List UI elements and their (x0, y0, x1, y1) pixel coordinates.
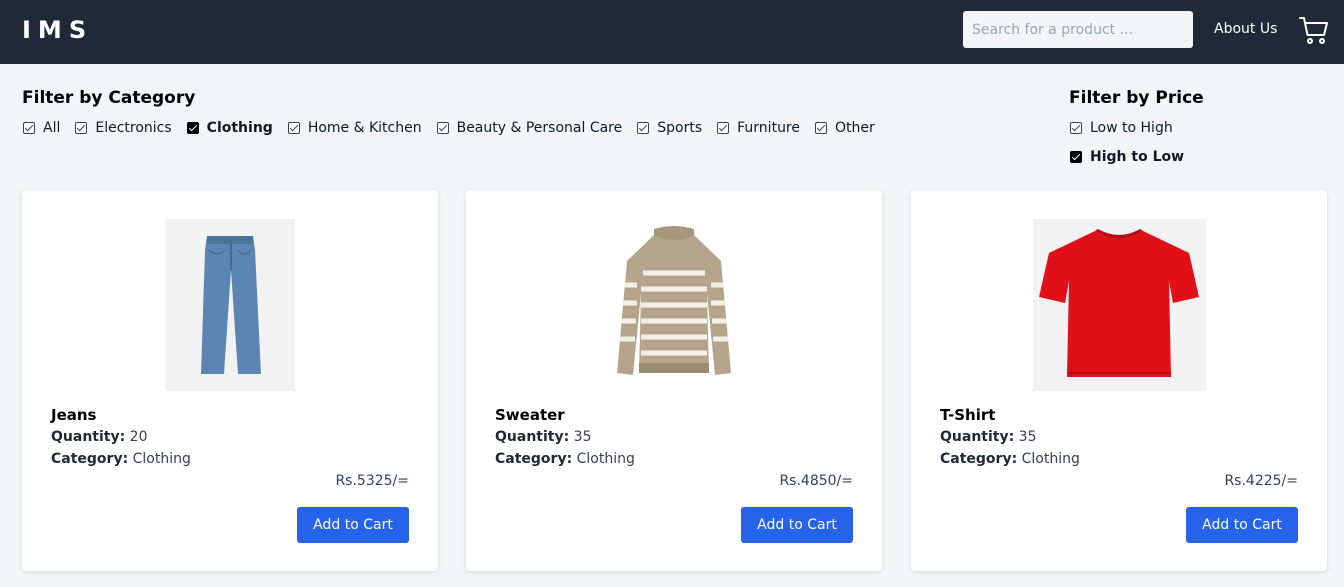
category-other[interactable]: Other (815, 120, 875, 136)
checkbox[interactable] (75, 122, 88, 134)
product-image-jeans (165, 219, 295, 391)
category-value: Clothing (1021, 451, 1080, 467)
product-image-sweater (609, 219, 739, 391)
category-beauty[interactable]: Beauty & Personal Care (436, 120, 623, 136)
product-quantity: Quantity: 35 (940, 429, 1036, 445)
price-high-to-low[interactable]: High to Low (1070, 149, 1184, 165)
add-to-cart-button[interactable]: Add to Cart (1186, 507, 1298, 543)
checkbox[interactable] (287, 122, 300, 134)
product-category: Category: Clothing (51, 451, 191, 467)
product-name: T-Shirt (940, 406, 996, 424)
product-quantity: Quantity: 35 (495, 429, 591, 445)
price-filter-title: Filter by Price (1069, 88, 1204, 108)
product-category: Category: Clothing (940, 451, 1080, 467)
category-value: Clothing (132, 451, 191, 467)
checkbox-label: Low to High (1090, 120, 1173, 136)
price-filter: Low to High High to Low (1070, 120, 1199, 178)
checkbox-label: High to Low (1090, 149, 1185, 165)
about-us-link[interactable]: About Us (1214, 21, 1277, 37)
category-label: Category: (940, 451, 1018, 467)
category-filter-title: Filter by Category (22, 88, 196, 108)
price-low-to-high[interactable]: Low to High (1070, 120, 1184, 136)
product-card: T-Shirt Quantity: 35 Category: Clothing … (911, 190, 1327, 571)
product-price: Rs.4225/= (1224, 473, 1298, 489)
checkbox[interactable] (1070, 122, 1082, 134)
checkbox-label: Furniture (737, 120, 800, 136)
product-name: Jeans (51, 406, 97, 424)
checkbox-label: Sports (657, 120, 703, 136)
product-price: Rs.5325/= (335, 473, 409, 489)
quantity-value: 35 (573, 429, 592, 445)
category-label: Category: (51, 451, 129, 467)
checkbox[interactable] (637, 122, 650, 134)
checkbox[interactable] (23, 122, 35, 134)
add-to-cart-button[interactable]: Add to Cart (297, 507, 409, 543)
checkbox-checked[interactable] (186, 122, 199, 134)
category-clothing[interactable]: Clothing (186, 120, 273, 136)
quantity-value: 35 (1018, 429, 1037, 445)
checkbox[interactable] (717, 122, 730, 134)
quantity-label: Quantity: (940, 429, 1015, 445)
checkbox-label: Beauty & Personal Care (456, 120, 623, 136)
category-electronics[interactable]: Electronics (75, 120, 172, 136)
product-image-tshirt (1033, 219, 1206, 391)
category-value: Clothing (576, 451, 635, 467)
category-label: Category: (495, 451, 573, 467)
add-to-cart-button[interactable]: Add to Cart (741, 507, 853, 543)
checkbox[interactable] (815, 122, 827, 134)
checkbox-label: Other (835, 120, 875, 136)
product-price: Rs.4850/= (779, 473, 853, 489)
checkbox-label: Clothing (206, 120, 273, 136)
product-category: Category: Clothing (495, 451, 635, 467)
product-card: Sweater Quantity: 35 Category: Clothing … (466, 190, 882, 571)
product-quantity: Quantity: 20 (51, 429, 147, 445)
category-all[interactable]: All (23, 120, 60, 136)
product-name: Sweater (495, 406, 565, 424)
checkbox-checked[interactable] (1070, 151, 1082, 163)
category-filter: All Electronics Clothing Home & Kitchen … (23, 120, 890, 136)
search-input[interactable] (963, 11, 1193, 48)
checkbox-label: Home & Kitchen (307, 120, 422, 136)
category-sports[interactable]: Sports (637, 120, 702, 136)
logo[interactable]: IMS (22, 16, 93, 44)
navbar: IMS About Us (0, 0, 1344, 64)
category-furniture[interactable]: Furniture (717, 120, 800, 136)
quantity-label: Quantity: (495, 429, 570, 445)
quantity-value: 20 (129, 429, 148, 445)
checkbox-label: All (43, 120, 61, 136)
category-home-kitchen[interactable]: Home & Kitchen (287, 120, 422, 136)
checkbox-label: Electronics (95, 120, 172, 136)
quantity-label: Quantity: (51, 429, 126, 445)
checkbox[interactable] (436, 122, 449, 134)
cart-icon[interactable] (1298, 14, 1330, 46)
product-card: Jeans Quantity: 20 Category: Clothing Rs… (22, 190, 438, 571)
